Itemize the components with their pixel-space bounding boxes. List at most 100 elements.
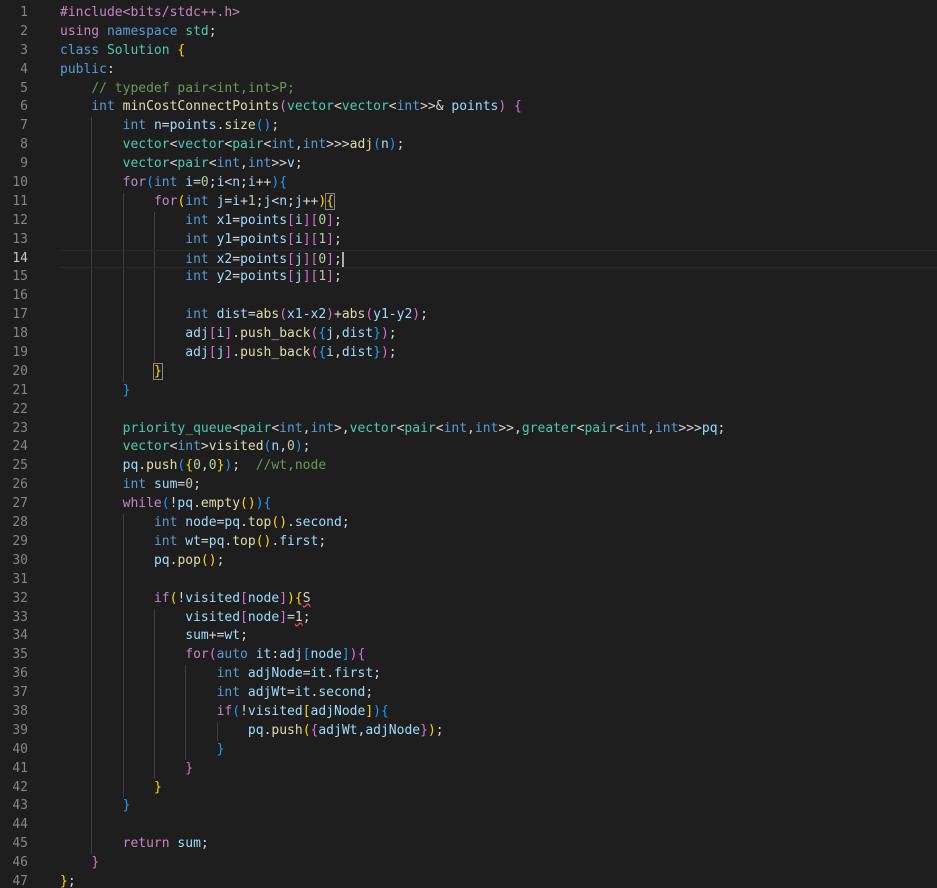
code-line[interactable]: 13 int y1=points[i][1]; xyxy=(0,230,937,250)
vertical-scrollbar[interactable] xyxy=(923,0,937,888)
code-line[interactable]: 23 priority_queue<pair<int,int>,vector<pa… xyxy=(0,419,937,439)
code-line[interactable]: 44 xyxy=(0,816,937,836)
code-line-content[interactable]: int y2=points[j][1]; xyxy=(60,268,937,288)
code-line[interactable]: 2 using namespace std; xyxy=(0,23,937,42)
code-line[interactable]: 26 int sum=0; xyxy=(0,476,937,496)
code-line[interactable]: 39 pq.push({adjWt,adjNode}); xyxy=(0,721,937,741)
code-line-content[interactable]: for(auto it:adj[node]){ xyxy=(60,646,937,666)
code-token: // typedef pair<int,int>P; xyxy=(91,80,295,96)
code-line[interactable]: 37 int adjWt=it.second; xyxy=(0,684,937,703)
code-line-content[interactable]: pq.push({0,0}); //wt,node xyxy=(60,457,937,477)
code-editor[interactable]: 1 #include<bits/stdc++.h> 2 using namespace… xyxy=(0,0,937,888)
code-line-content[interactable]: return sum; xyxy=(60,835,937,855)
code-line[interactable]: 31 xyxy=(0,570,937,590)
code-line-content[interactable] xyxy=(60,400,937,420)
code-line-content[interactable] xyxy=(60,816,937,836)
code-line-content[interactable]: if(!visited[node]){S xyxy=(60,589,937,609)
code-line[interactable]: 5 // typedef pair<int,int>P; xyxy=(0,80,937,99)
code-line[interactable]: 36 int adjNode=it.first; xyxy=(0,665,937,685)
code-line-content[interactable]: int adjNode=it.first; xyxy=(60,665,937,685)
code-line[interactable]: 7 int n=points.size(); xyxy=(0,117,937,137)
code-line-content[interactable]: int dist=abs(x1-x2)+abs(y1-y2); xyxy=(60,306,937,326)
code-line-content[interactable]: while(!pq.empty()){ xyxy=(60,495,937,515)
code-line-content[interactable]: adj[i].push_back({j,dist}); xyxy=(60,325,937,345)
code-line[interactable]: 34 sum+=wt; xyxy=(0,627,937,647)
code-line-content[interactable]: } xyxy=(60,759,937,779)
code-line[interactable]: 32 if(!visited[node]){S xyxy=(0,589,937,609)
code-line[interactable]: 33 visited[node]=1; xyxy=(0,608,937,628)
code-line-content[interactable]: public: xyxy=(60,61,937,80)
code-line[interactable]: 8 vector<vector<pair<int,int>>>adj(n); xyxy=(0,136,937,156)
code-line-content[interactable]: class Solution { xyxy=(60,42,937,61)
code-line-content[interactable]: }; xyxy=(60,873,937,888)
code-line[interactable]: 18 adj[i].push_back({j,dist}); xyxy=(0,325,937,345)
code-line[interactable]: 38 if(!visited[adjNode]){ xyxy=(0,702,937,722)
code-line[interactable]: 10 for(int i=0;i<n;i++){ xyxy=(0,174,937,193)
code-line[interactable]: 12 int x1=points[i][0]; xyxy=(0,211,937,231)
code-line[interactable]: 40} xyxy=(0,740,937,760)
code-line[interactable]: 6 int minCostConnectPoints(vector<vector<… xyxy=(0,98,937,117)
code-line-content[interactable]: int minCostConnectPoints(vector<vector<i… xyxy=(60,98,937,117)
code-line[interactable]: 35 for(auto it:adj[node]){ xyxy=(0,646,937,666)
code-line[interactable]: 19 adj[j].push_back({i,dist}); xyxy=(0,344,937,363)
code-line[interactable]: 22 xyxy=(0,400,937,420)
code-line-content[interactable]: #include<bits/stdc++.h> xyxy=(60,4,937,23)
code-line-content[interactable]: // typedef pair<int,int>P; xyxy=(60,80,937,99)
code-line-content[interactable]: adj[j].push_back({i,dist}); xyxy=(60,344,937,363)
code-line[interactable]: 16 xyxy=(0,287,937,307)
code-line[interactable]: 15 int y2=points[j][1]; xyxy=(0,268,937,288)
code-line-content[interactable]: int x2=points[j][0]; xyxy=(60,249,937,269)
code-line-content[interactable] xyxy=(60,287,937,307)
code-line-content[interactable]: int x1=points[i][0]; xyxy=(60,211,937,231)
code-line[interactable]: 21} xyxy=(0,381,937,401)
code-line[interactable]: 11 for(int j=i+1;j<n;j++){ xyxy=(0,192,937,212)
code-line-content[interactable]: vector<pair<int,int>>v; xyxy=(60,155,937,175)
code-line-content[interactable]: } xyxy=(60,797,937,817)
code-lines[interactable]: 1 #include<bits/stdc++.h> 2 using namespace… xyxy=(0,4,937,888)
code-line[interactable]: 29 int wt=pq.top().first; xyxy=(0,532,937,552)
code-line[interactable]: 28 int node=pq.top().second; xyxy=(0,514,937,533)
code-line-content[interactable]: for(int i=0;i<n;i++){ xyxy=(60,174,937,193)
code-line-content[interactable]: int wt=pq.top().first; xyxy=(60,532,937,552)
code-line-content[interactable]: } xyxy=(60,778,937,798)
code-line[interactable]: 47}; xyxy=(0,873,937,888)
code-line-content[interactable]: using namespace std; xyxy=(60,23,937,42)
code-line[interactable]: 14 int x2=points[j][0]; xyxy=(0,249,937,269)
code-line-content[interactable] xyxy=(60,570,937,590)
code-line-content[interactable]: visited[node]=1; xyxy=(60,608,937,628)
code-line-content[interactable]: for(int j=i+1;j<n;j++){ xyxy=(60,192,937,212)
code-line-content[interactable]: vector<int>visited(n,0); xyxy=(60,438,937,458)
code-line-content[interactable]: int sum=0; xyxy=(60,476,937,496)
indent-guide xyxy=(153,268,155,288)
code-line-content[interactable]: } xyxy=(60,740,937,760)
code-line[interactable]: 20} xyxy=(0,362,937,382)
code-line[interactable]: 4 public: xyxy=(0,61,937,80)
code-line-content[interactable]: int adjWt=it.second; xyxy=(60,684,937,703)
code-line[interactable]: 9 vector<pair<int,int>>v; xyxy=(0,155,937,175)
code-line-content[interactable]: pq.push({adjWt,adjNode}); xyxy=(60,721,937,741)
code-line-content[interactable]: } xyxy=(60,362,937,382)
code-line[interactable]: 43} xyxy=(0,797,937,817)
code-line[interactable]: 1 #include<bits/stdc++.h> xyxy=(0,4,937,23)
code-line[interactable]: 3 class Solution { xyxy=(0,42,937,61)
code-line[interactable]: 25 pq.push({0,0}); //wt,node xyxy=(0,457,937,477)
code-token: vector xyxy=(122,439,170,455)
code-line[interactable]: 24 vector<int>visited(n,0); xyxy=(0,438,937,458)
code-line-content[interactable]: priority_queue<pair<int,int>,vector<pair… xyxy=(60,419,937,439)
code-line[interactable]: 30 pq.pop(); xyxy=(0,551,937,571)
code-line-content[interactable]: int n=points.size(); xyxy=(60,117,937,137)
code-line[interactable]: 45 return sum; xyxy=(0,835,937,855)
code-line[interactable]: 46} xyxy=(0,854,937,873)
code-line[interactable]: 17 int dist=abs(x1-x2)+abs(y1-y2); xyxy=(0,306,937,326)
code-line-content[interactable]: int y1=points[i][1]; xyxy=(60,230,937,250)
code-line-content[interactable]: if(!visited[adjNode]){ xyxy=(60,702,937,722)
code-line[interactable]: 42} xyxy=(0,778,937,798)
code-line[interactable]: 27 while(!pq.empty()){ xyxy=(0,495,937,515)
code-line-content[interactable]: } xyxy=(60,381,937,401)
code-line-content[interactable]: pq.pop(); xyxy=(60,551,937,571)
code-line-content[interactable]: int node=pq.top().second; xyxy=(60,514,937,533)
code-line-content[interactable]: sum+=wt; xyxy=(60,627,937,647)
code-line[interactable]: 41} xyxy=(0,759,937,779)
code-line-content[interactable]: vector<vector<pair<int,int>>>adj(n); xyxy=(60,136,937,156)
code-line-content[interactable]: } xyxy=(60,854,937,873)
